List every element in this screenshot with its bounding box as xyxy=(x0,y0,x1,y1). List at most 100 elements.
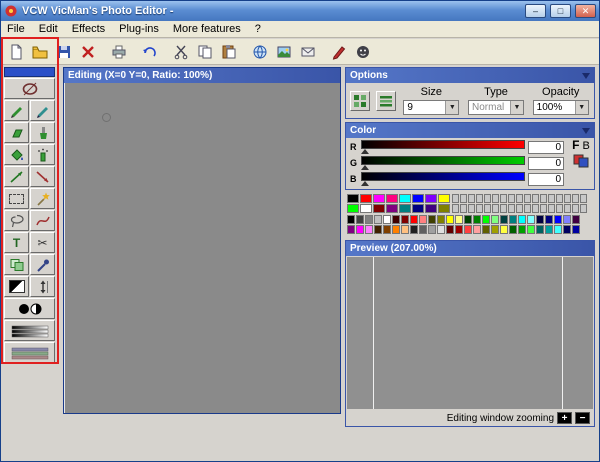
custom-color-slot[interactable] xyxy=(516,204,523,213)
color-swatch[interactable] xyxy=(373,194,385,203)
custom-color-slot[interactable] xyxy=(548,194,555,203)
red-slider[interactable] xyxy=(361,140,525,149)
custom-color-slot[interactable] xyxy=(556,194,563,203)
levels-tool-button[interactable] xyxy=(4,320,55,341)
color-swatch[interactable] xyxy=(412,194,424,203)
type-dropdown-arrow-icon[interactable]: ▼ xyxy=(510,101,523,114)
color-swatch[interactable] xyxy=(536,225,544,234)
print-button[interactable] xyxy=(108,41,130,63)
color-swatch[interactable] xyxy=(347,225,355,234)
color-swap-icon[interactable] xyxy=(573,154,589,168)
menu-item-edit[interactable]: Edit xyxy=(39,23,58,35)
custom-color-slot[interactable] xyxy=(476,204,483,213)
magic-wand-tool-button[interactable] xyxy=(30,188,55,209)
color-swatch[interactable] xyxy=(572,225,580,234)
eyedropper-tool-button[interactable] xyxy=(30,254,55,275)
menu-item-help[interactable]: ? xyxy=(255,23,261,35)
color-swatch[interactable] xyxy=(360,194,372,203)
color-swatch[interactable] xyxy=(386,194,398,203)
save-button[interactable] xyxy=(53,41,75,63)
custom-color-slot[interactable] xyxy=(500,194,507,203)
size-dropdown[interactable]: 9 ▼ xyxy=(403,100,460,115)
maximize-button[interactable]: □ xyxy=(550,4,571,18)
color-swatch[interactable] xyxy=(401,215,409,224)
custom-color-slot[interactable] xyxy=(556,204,563,213)
custom-color-slot[interactable] xyxy=(540,194,547,203)
color-swatch[interactable] xyxy=(438,204,450,213)
open-button[interactable] xyxy=(29,41,51,63)
color-swatch[interactable] xyxy=(545,215,553,224)
color-swatch[interactable] xyxy=(356,215,364,224)
custom-color-slot[interactable] xyxy=(580,204,587,213)
custom-color-slot[interactable] xyxy=(524,194,531,203)
options-collapse-icon[interactable] xyxy=(582,72,590,79)
color-swatch[interactable] xyxy=(473,225,481,234)
brush-tool-button[interactable] xyxy=(30,122,55,143)
color-swatch[interactable] xyxy=(392,215,400,224)
color-swatch[interactable] xyxy=(360,204,372,213)
mail-button[interactable] xyxy=(297,41,319,63)
color-swatch[interactable] xyxy=(437,225,445,234)
cut-button[interactable] xyxy=(170,41,192,63)
color-swatch[interactable] xyxy=(491,215,499,224)
clone-tool-button[interactable] xyxy=(4,254,29,275)
color-swatch[interactable] xyxy=(412,204,424,213)
rect-select-tool-button[interactable] xyxy=(4,188,29,209)
ellipse-tool-button[interactable] xyxy=(4,78,55,99)
green-value-field[interactable]: 0 xyxy=(528,156,564,170)
color-swatch[interactable] xyxy=(356,225,364,234)
color-swatch[interactable] xyxy=(365,225,373,234)
custom-color-slot[interactable] xyxy=(572,204,579,213)
color-swatch[interactable] xyxy=(527,225,535,234)
color-swatch[interactable] xyxy=(347,194,359,203)
lasso-tool-button[interactable] xyxy=(4,210,29,231)
blue-slider[interactable] xyxy=(361,172,525,181)
color-swatch[interactable] xyxy=(373,204,385,213)
scissors-tool-button[interactable]: ✂ xyxy=(30,232,55,253)
color-swatch[interactable] xyxy=(554,225,562,234)
globe-button[interactable] xyxy=(249,41,271,63)
color-swatch[interactable] xyxy=(401,225,409,234)
color-swatch[interactable] xyxy=(386,204,398,213)
custom-color-slot[interactable] xyxy=(476,194,483,203)
curve-tool-button[interactable] xyxy=(30,210,55,231)
color-swatch[interactable] xyxy=(374,225,382,234)
custom-color-slot[interactable] xyxy=(468,204,475,213)
custom-color-slot[interactable] xyxy=(572,194,579,203)
menu-item-more-features[interactable]: More features xyxy=(173,23,241,35)
custom-color-slot[interactable] xyxy=(564,204,571,213)
color-swatch[interactable] xyxy=(491,225,499,234)
custom-color-slot[interactable] xyxy=(524,204,531,213)
color-swatch[interactable] xyxy=(563,215,571,224)
zoom-out-button[interactable]: − xyxy=(575,412,590,424)
delete-button[interactable] xyxy=(77,41,99,63)
color-swatch[interactable] xyxy=(410,215,418,224)
color-swatch[interactable] xyxy=(428,215,436,224)
color-swatch[interactable] xyxy=(365,215,373,224)
brush-pattern-button[interactable] xyxy=(376,90,396,111)
opacity-dropdown[interactable]: 100% ▼ xyxy=(532,100,589,115)
close-button[interactable]: ✕ xyxy=(575,4,596,18)
menu-item-file[interactable]: File xyxy=(7,23,25,35)
size-dropdown-arrow-icon[interactable]: ▼ xyxy=(445,101,459,114)
red-slider-thumb[interactable] xyxy=(361,149,369,154)
color-swatch[interactable] xyxy=(419,225,427,234)
blue-slider-thumb[interactable] xyxy=(361,181,369,186)
color-swatch[interactable] xyxy=(572,215,580,224)
custom-color-slot[interactable] xyxy=(484,204,491,213)
resize-tool-button[interactable] xyxy=(30,276,55,297)
color-swatch[interactable] xyxy=(399,204,411,213)
undo-button[interactable] xyxy=(139,41,161,63)
spray-tool-button[interactable] xyxy=(30,144,55,165)
custom-color-slot[interactable] xyxy=(580,194,587,203)
custom-color-slot[interactable] xyxy=(460,194,467,203)
brush-shape-button[interactable] xyxy=(350,90,370,111)
color-swatch[interactable] xyxy=(446,215,454,224)
custom-color-slot[interactable] xyxy=(468,194,475,203)
pencil-tool-button[interactable] xyxy=(4,100,29,121)
color-swatch[interactable] xyxy=(563,225,571,234)
custom-color-slot[interactable] xyxy=(452,204,459,213)
text-tool-button[interactable]: T xyxy=(4,232,29,253)
new-document-button[interactable] xyxy=(5,41,27,63)
custom-color-slot[interactable] xyxy=(564,194,571,203)
